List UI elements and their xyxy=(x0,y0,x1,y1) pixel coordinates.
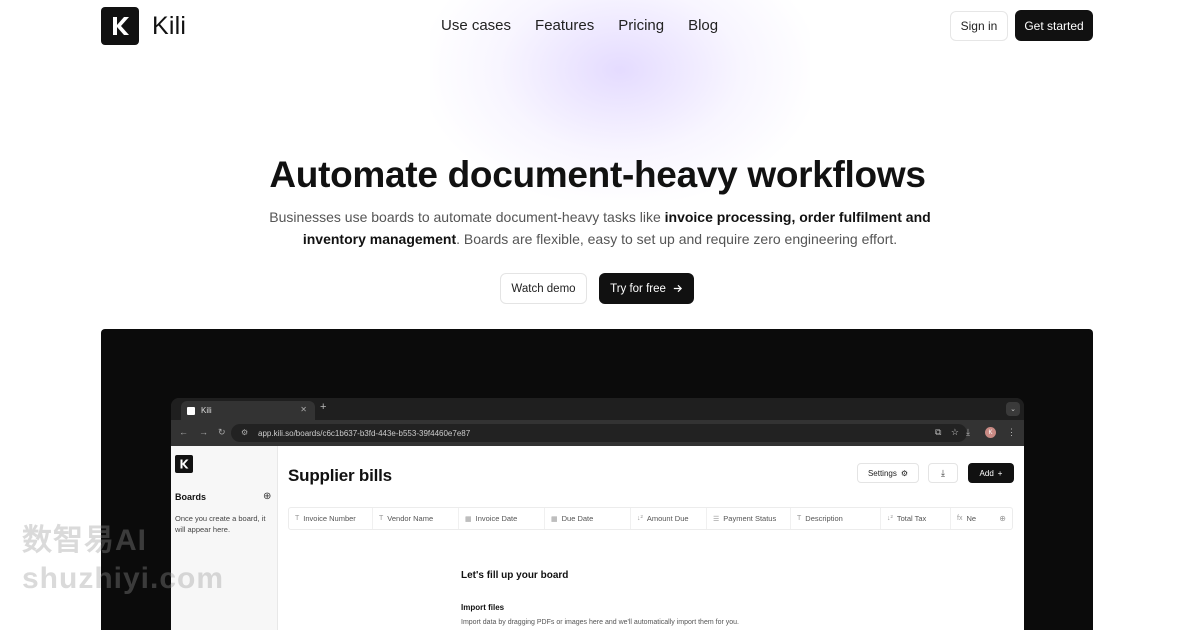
hero-title: Automate document-heavy workflows xyxy=(269,154,926,195)
tab-search-icon[interactable]: ⌄ xyxy=(1006,402,1020,416)
product-showcase: Kili ✕ + ⌄ ← → ↻ ⚙ app.kili.so/boards/c6… xyxy=(101,329,1093,630)
column-total-tax[interactable]: ↓² Total Tax xyxy=(881,508,951,529)
tab-title: Kili xyxy=(201,406,212,415)
column-invoice-number[interactable]: T Invoice Number xyxy=(289,508,373,529)
more-menu-icon[interactable]: ⋮ xyxy=(1007,427,1016,438)
kili-logo-icon[interactable] xyxy=(175,455,193,473)
number-type-icon: ↓² xyxy=(887,515,893,522)
watermark: 数智易AI shuzhiyi.com xyxy=(22,522,224,598)
address-bar: ← → ↻ ⚙ app.kili.so/boards/c6c1b637-b3fd… xyxy=(171,420,1024,446)
column-label: Ne xyxy=(966,514,977,523)
download-icon[interactable]: ⤓ xyxy=(966,427,970,438)
kili-logo-icon xyxy=(101,7,139,45)
hero-subtitle-post: . Boards are flexible, easy to set up an… xyxy=(456,231,898,247)
page-title: Supplier bills xyxy=(288,466,392,485)
tab-close-icon[interactable]: ✕ xyxy=(300,405,307,414)
import-files-text: Import data by dragging PDFs or images h… xyxy=(461,619,739,626)
calendar-icon: ▦ xyxy=(551,515,558,523)
watch-demo-button[interactable]: Watch demo xyxy=(500,273,587,304)
tab-favicon-icon xyxy=(187,406,195,415)
settings-label: Settings xyxy=(867,468,897,478)
column-label: Invoice Date xyxy=(475,514,518,523)
gear-icon: ⚙ xyxy=(900,468,909,478)
try-for-free-button[interactable]: Try for free xyxy=(599,273,694,304)
nav-link-blog[interactable]: Blog xyxy=(688,17,718,34)
text-type-icon: T xyxy=(295,515,300,522)
column-amount-due[interactable]: ↓² Amount Due xyxy=(631,508,707,529)
sign-in-button[interactable]: Sign in xyxy=(950,11,1008,41)
reload-icon[interactable]: ↻ xyxy=(218,427,226,438)
nav-links: Use cases Features Pricing Blog xyxy=(441,17,742,34)
text-type-icon: T xyxy=(797,515,802,522)
nav-link-use-cases[interactable]: Use cases xyxy=(441,17,511,34)
logo[interactable]: Kili xyxy=(101,7,186,45)
nav-link-features[interactable]: Features xyxy=(535,17,594,34)
formula-type-icon: fx xyxy=(957,515,963,522)
download-button[interactable]: ⤓ xyxy=(928,463,958,483)
column-payment-status[interactable]: ☰ Payment Status xyxy=(707,508,791,529)
table-header: T Invoice Number T Vendor Name ▦ Invoice Da… xyxy=(288,507,1013,530)
bookmark-star-icon[interactable]: ☆ xyxy=(951,427,959,438)
logo-text: Kili xyxy=(152,11,187,40)
text-type-icon: T xyxy=(379,515,384,522)
column-label: Payment Status xyxy=(723,514,777,523)
extensions-icon[interactable]: ⧉ xyxy=(935,427,941,438)
browser-tab[interactable]: Kili ✕ xyxy=(181,401,315,420)
column-label: Total Tax xyxy=(896,514,927,523)
column-description[interactable]: T Description xyxy=(791,508,881,529)
import-files-title: Import files xyxy=(461,603,505,612)
column-label: Amount Due xyxy=(646,514,689,523)
top-nav: Kili Use cases Features Pricing Blog Sig… xyxy=(0,0,1200,52)
get-started-button[interactable]: Get started xyxy=(1015,10,1093,41)
add-label: Add xyxy=(979,468,994,478)
column-invoice-date[interactable]: ▦ Invoice Date xyxy=(459,508,545,529)
boards-heading: Boards xyxy=(175,492,207,502)
column-label: Vendor Name xyxy=(387,514,434,523)
plus-icon: + xyxy=(997,468,1003,478)
url-text: app.kili.so/boards/c6c1b637-b3fd-443e-b5… xyxy=(258,428,471,438)
list-type-icon: ☰ xyxy=(713,515,720,523)
column-due-date[interactable]: ▦ Due Date xyxy=(545,508,631,529)
app-content: Boards ⊕ Once you create a board, it wil… xyxy=(171,446,1024,630)
download-icon: ⤓ xyxy=(941,467,945,478)
browser-tab-bar: Kili ✕ + ⌄ xyxy=(171,398,1024,420)
column-ne[interactable]: fx Ne xyxy=(951,508,985,529)
url-field[interactable]: ⚙ app.kili.so/boards/c6c1b637-b3fd-443e-… xyxy=(231,424,967,442)
site-info-icon[interactable]: ⚙ xyxy=(241,428,248,437)
arrow-right-icon xyxy=(673,284,682,293)
hero-subtitle: Businesses use boards to automate docume… xyxy=(250,206,950,250)
column-label: Invoice Number xyxy=(303,514,356,523)
back-icon[interactable]: ← xyxy=(179,427,188,437)
number-type-icon: ↓² xyxy=(637,515,643,522)
column-label: Due Date xyxy=(561,514,594,523)
new-tab-icon[interactable]: + xyxy=(320,401,326,413)
column-label: Description xyxy=(805,514,843,523)
try-for-free-label: Try for free xyxy=(610,282,666,295)
add-board-icon[interactable]: ⊕ xyxy=(263,491,271,502)
add-column-icon[interactable]: ⊕ xyxy=(999,514,1006,523)
column-vendor-name[interactable]: T Vendor Name xyxy=(373,508,459,529)
watermark-line-2: shuzhiyi.com xyxy=(22,562,225,595)
calendar-icon: ▦ xyxy=(465,515,472,523)
add-button[interactable]: Add + xyxy=(968,463,1014,483)
browser-window: Kili ✕ + ⌄ ← → ↻ ⚙ app.kili.so/boards/c6… xyxy=(171,398,1024,630)
forward-icon[interactable]: → xyxy=(199,427,208,437)
watermark-line-1: 数智易AI xyxy=(22,524,147,557)
settings-button[interactable]: Settings ⚙ xyxy=(857,463,919,483)
nav-link-pricing[interactable]: Pricing xyxy=(618,17,664,34)
profile-avatar[interactable]: K xyxy=(985,427,996,438)
hero-subtitle-pre: Businesses use boards to automate docume… xyxy=(269,209,665,225)
empty-state-title: Let's fill up your board xyxy=(461,570,569,581)
